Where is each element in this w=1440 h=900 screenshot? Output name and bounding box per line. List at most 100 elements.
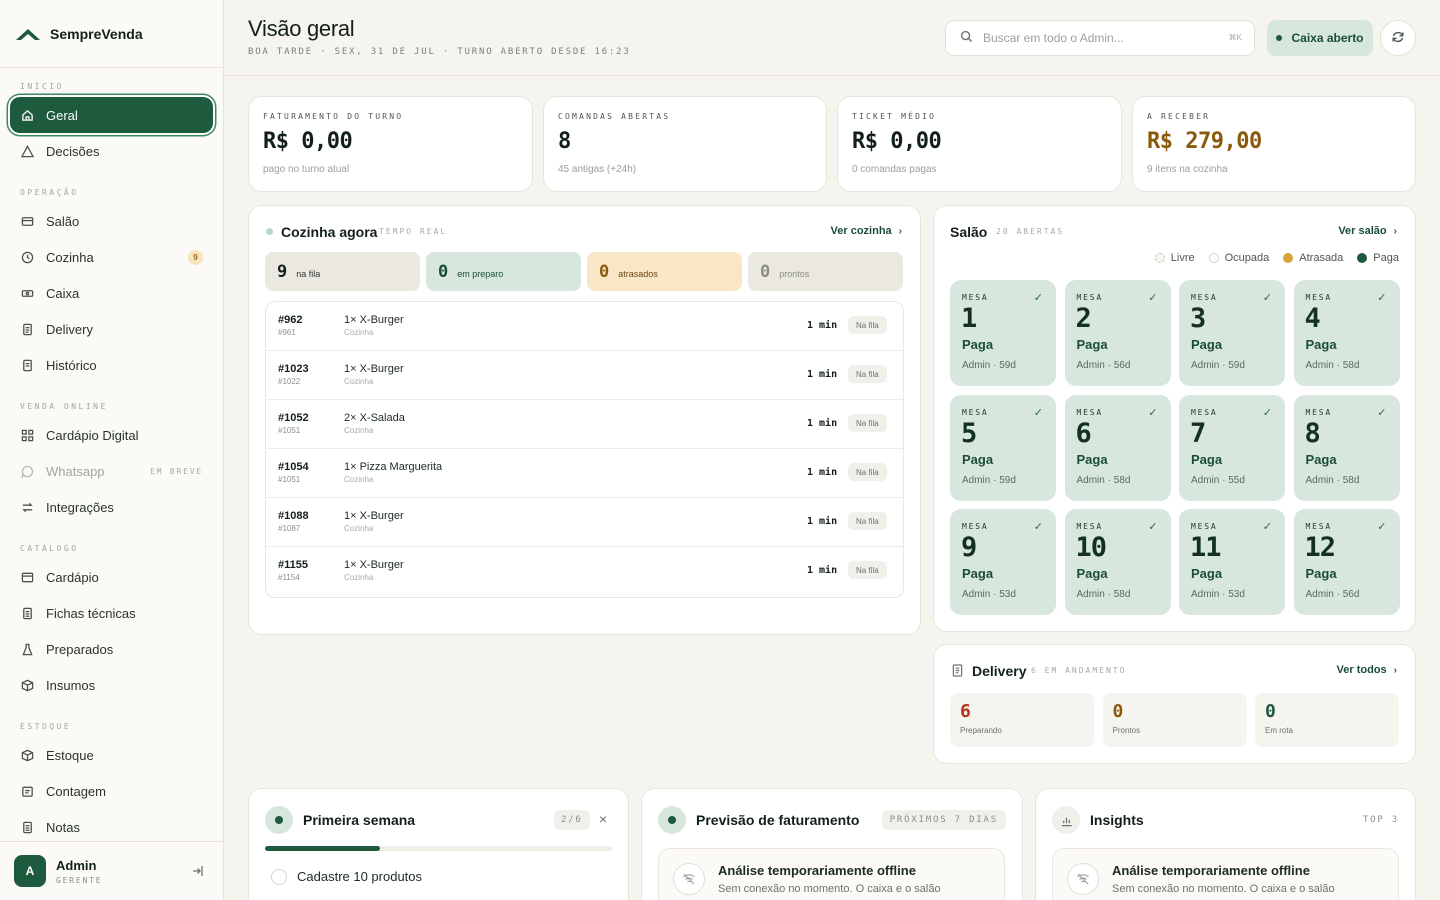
legend-item: Atrasada xyxy=(1283,252,1343,264)
view-salon-link[interactable]: Ver salão › xyxy=(1338,225,1397,237)
delivery-status-label: Em rota xyxy=(1265,726,1294,735)
order-time: 1 min xyxy=(807,467,838,478)
sidebar-item-cozinha[interactable]: Cozinha 9 xyxy=(0,239,223,275)
legend-item: Livre xyxy=(1154,252,1195,264)
check-icon: ✓ xyxy=(1377,406,1387,419)
global-search-input[interactable]: Buscar em todo o Admin... ⌘K xyxy=(945,20,1255,56)
order-item: 1× X-Burger xyxy=(344,510,404,522)
home-icon xyxy=(20,108,34,122)
onboarding-progress-fill xyxy=(265,846,380,851)
table-tile[interactable]: MESA ✓ 4 Paga Admin · 58d xyxy=(1293,280,1400,386)
legend-label: Paga xyxy=(1373,252,1399,264)
sidebar-item-estoque[interactable]: Estoque xyxy=(0,737,223,773)
sidebar-item-delivery[interactable]: Delivery xyxy=(0,311,223,347)
brand[interactable]: SempreVenda xyxy=(0,0,223,68)
legend-swatch xyxy=(1154,253,1165,263)
view-all-delivery-link[interactable]: Ver todos › xyxy=(1337,664,1397,676)
table-waiter: Admin · 56d xyxy=(1076,360,1131,371)
kpi-label: FATURAMENTO DO TURNO xyxy=(263,112,404,121)
delivery-status-label: Prontos xyxy=(1112,726,1141,735)
table-tile[interactable]: MESA ✓ 2 Paga Admin · 56d xyxy=(1064,280,1171,386)
table-label: MESA xyxy=(1305,293,1332,302)
table-waiter: Admin · 58d xyxy=(1305,474,1360,486)
table-tile[interactable]: MESA ✓ 5 Paga Admin · 59d xyxy=(950,394,1056,501)
delivery-status-box[interactable]: 0 Em rota xyxy=(1255,693,1399,747)
table-tile[interactable]: MESA ✓ 10 Paga Admin · 58d xyxy=(1064,509,1171,615)
table-tile[interactable]: MESA ✓ 7 Paga Admin · 55d xyxy=(1179,394,1285,501)
cash-status-button[interactable]: Caixa aberto xyxy=(1267,20,1373,56)
sidebar-item-historico[interactable]: Histórico xyxy=(0,347,223,383)
chevron-right-icon: › xyxy=(1393,664,1397,676)
page-title: Visão geral xyxy=(248,16,355,41)
sidebar-item-whatsapp: Whatsapp EM BREVE xyxy=(0,453,223,489)
table-tile[interactable]: MESA ✓ 1 Paga Admin · 59d xyxy=(950,280,1056,386)
order-row[interactable]: #1088 #1087 1× X-Burger Cozinha 1 min Na fila xyxy=(266,498,903,547)
search-icon xyxy=(960,30,973,46)
wifi-off-icon xyxy=(1067,863,1099,895)
order-station: Cozinha xyxy=(344,377,374,386)
sidebar: SempreVenda INÍCIO Geral Decisões OPERAÇ… xyxy=(0,0,224,900)
delivery-status-box[interactable]: 6 Preparando xyxy=(950,693,1094,747)
sidebar-item-preparados[interactable]: Preparados xyxy=(0,631,223,667)
kitchen-status-pill[interactable]: 9 na fila xyxy=(265,252,420,291)
table-status: Paga xyxy=(962,337,994,352)
close-icon[interactable]: × xyxy=(599,811,607,827)
kitchen-status-pill[interactable]: 0 em preparo xyxy=(426,252,581,291)
delivery-status-box[interactable]: 0 Prontos xyxy=(1102,693,1247,747)
order-station: Cozinha xyxy=(344,426,374,435)
delivery-status-label: Preparando xyxy=(960,726,1002,735)
refresh-button[interactable] xyxy=(1380,20,1416,56)
sidebar-item-contagem[interactable]: Contagem xyxy=(0,773,223,809)
table-label: MESA xyxy=(1191,407,1218,417)
order-row[interactable]: #962 #961 1× X-Burger Cozinha 1 min Na fila xyxy=(266,302,903,351)
onboarding-progress-chip: 2/6 xyxy=(554,810,590,830)
kpi-footnote: 9 itens na cozinha xyxy=(1147,164,1228,175)
flask-icon xyxy=(20,642,34,656)
table-tile[interactable]: MESA ✓ 3 Paga Admin · 59d xyxy=(1179,280,1285,386)
table-number: 3 xyxy=(1190,303,1206,334)
order-row[interactable]: #1023 #1022 1× X-Burger Cozinha 1 min Na fila xyxy=(266,351,903,400)
sidebar-item-insumos[interactable]: Insumos xyxy=(0,667,223,703)
warning-icon xyxy=(20,144,34,158)
table-tile[interactable]: MESA ✓ 8 Paga Admin · 58d xyxy=(1293,394,1400,501)
sidebar-item-label: Geral xyxy=(46,107,78,123)
legend-label: Livre xyxy=(1170,252,1195,264)
table-label: MESA xyxy=(1305,407,1332,417)
sidebar-item-cardapio-digital[interactable]: Cardápio Digital xyxy=(0,417,223,453)
bar-chart-icon xyxy=(1052,806,1080,834)
sidebar-item-salao[interactable]: Salão xyxy=(0,203,223,239)
table-number: 5 xyxy=(961,417,977,449)
sidebar-item-cardapio[interactable]: Cardápio xyxy=(0,559,223,595)
table-tile[interactable]: MESA ✓ 11 Paga Admin · 53d xyxy=(1179,509,1285,615)
table-status: Paga xyxy=(1191,451,1223,467)
sidebar-item-label: Notas xyxy=(46,819,80,835)
pill-label: atrasados xyxy=(618,268,658,279)
order-row[interactable]: #1155 #1154 1× X-Burger Cozinha 1 min Na fila xyxy=(266,547,903,596)
sidebar-item-notas[interactable]: Notas xyxy=(0,809,223,845)
check-icon: ✓ xyxy=(1262,406,1272,419)
order-ref: #961 xyxy=(278,328,296,337)
insights-chip: TOP 3 xyxy=(1362,815,1399,825)
sidebar-item-caixa[interactable]: Caixa xyxy=(0,275,223,311)
order-row[interactable]: #1054 #1051 1× Pizza Marguerita Cozinha 1 mi… xyxy=(266,449,903,498)
table-tile[interactable]: MESA ✓ 6 Paga Admin · 58d xyxy=(1064,394,1171,501)
logout-icon[interactable] xyxy=(191,864,205,881)
order-status-badge: Na fila xyxy=(848,316,887,334)
order-ref: #1154 xyxy=(278,573,300,582)
sidebar-item-geral[interactable]: Geral xyxy=(10,97,213,133)
user-profile[interactable]: A Admin GERENTE xyxy=(0,841,223,900)
sidebar-item-fichas-tecnicas[interactable]: Fichas técnicas xyxy=(0,595,223,631)
kitchen-status-pill[interactable]: 0 prontos xyxy=(748,252,903,291)
kitchen-status-pill[interactable]: 0 atrasados xyxy=(587,252,742,291)
view-kitchen-link[interactable]: Ver cozinha › xyxy=(831,225,902,237)
document-icon xyxy=(20,606,34,620)
task-checkbox[interactable] xyxy=(271,869,287,885)
table-tile[interactable]: MESA ✓ 12 Paga Admin · 56d xyxy=(1293,509,1400,615)
order-row[interactable]: #1052 #1051 2× X-Salada Cozinha 1 min Na fila xyxy=(266,400,903,449)
offline-title: Análise temporariamente offline xyxy=(1112,863,1310,878)
sidebar-item-decisoes[interactable]: Decisões xyxy=(0,133,223,169)
order-id: #1054 xyxy=(278,461,309,473)
sidebar-item-integracoes[interactable]: Integrações xyxy=(0,489,223,525)
chat-bubble-icon xyxy=(20,464,34,478)
table-tile[interactable]: MESA ✓ 9 Paga Admin · 53d xyxy=(950,509,1056,615)
